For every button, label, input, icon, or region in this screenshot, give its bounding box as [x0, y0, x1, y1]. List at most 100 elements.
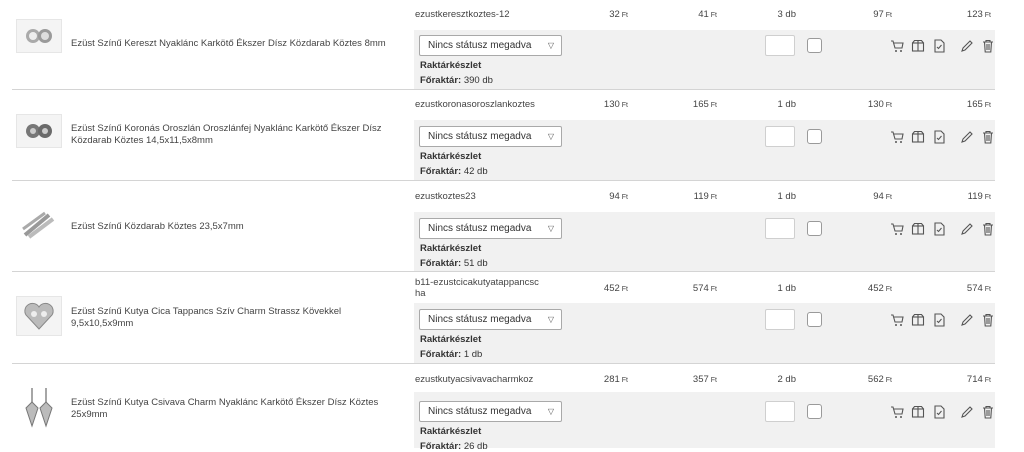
product-code: ezustkoronasoroszlankoztes: [415, 99, 535, 110]
order-item-row: Ezüst Színű Kutya Csivava Charm Nyaklánc…: [12, 364, 995, 452]
total-gross: 165 Ft: [966, 99, 991, 110]
order-items-list: Ezüst Színű Kereszt Nyaklánc Karkötő Éks…: [0, 0, 1024, 452]
quantity: 1 db: [777, 99, 797, 110]
document-icon[interactable]: [932, 39, 946, 53]
quantity: 3 db: [777, 9, 797, 20]
product-code: ezustkutyacsivavacharmkoz: [415, 374, 534, 385]
product-thumbnail[interactable]: [16, 209, 62, 243]
order-item-row: Ezüst Színű Koronás Oroszlán Oroszlánfej…: [12, 90, 995, 181]
trash-icon[interactable]: [981, 222, 995, 236]
document-icon[interactable]: [932, 130, 946, 144]
cart-icon[interactable]: [890, 222, 904, 236]
stock-label: Raktárkészlet: [420, 60, 482, 71]
order-item-row: Ezüst Színű Közdarab Köztes 23,5x7mm ezu…: [12, 181, 995, 272]
stock-label: Raktárkészlet: [420, 151, 482, 162]
quantity-input[interactable]: [765, 126, 795, 147]
total-gross: 574 Ft: [966, 283, 991, 294]
main-stock: Főraktár: 42 db: [420, 166, 488, 177]
quantity: 1 db: [777, 191, 797, 202]
select-checkbox[interactable]: [807, 404, 822, 419]
price-net: 281 Ft: [603, 374, 628, 385]
pencil-icon[interactable]: [960, 313, 974, 327]
chevron-down-icon: ▽: [547, 41, 554, 50]
select-checkbox[interactable]: [807, 38, 822, 53]
product-thumbnail[interactable]: [16, 19, 62, 53]
price-gross: 357 Ft: [692, 374, 717, 385]
status-select[interactable]: Nincs státusz megadva ▽: [419, 309, 562, 330]
document-icon[interactable]: [932, 405, 946, 419]
order-item-row: Ezüst Színű Kutya Cica Tappancs Szív Cha…: [12, 272, 995, 364]
price-net: 452 Ft: [603, 283, 628, 294]
chevron-down-icon: ▽: [547, 407, 554, 416]
price-gross: 41 Ft: [698, 9, 717, 20]
quantity-input[interactable]: [765, 218, 795, 239]
quantity-input[interactable]: [765, 401, 795, 422]
main-stock: Főraktár: 26 db: [420, 441, 488, 452]
product-name[interactable]: Ezüst Színű Kutya Cica Tappancs Szív Cha…: [71, 306, 406, 330]
pencil-icon[interactable]: [960, 39, 974, 53]
total-net: 452 Ft: [867, 283, 892, 294]
price-gross: 165 Ft: [692, 99, 717, 110]
total-net: 130 Ft: [867, 99, 892, 110]
total-net: 97 Ft: [873, 9, 892, 20]
trash-icon[interactable]: [981, 313, 995, 327]
main-stock: Főraktár: 390 db: [420, 75, 493, 86]
cart-icon[interactable]: [890, 405, 904, 419]
price-net: 32 Ft: [609, 9, 628, 20]
product-name[interactable]: Ezüst Színű Kutya Csivava Charm Nyaklánc…: [71, 397, 406, 421]
price-gross: 119 Ft: [693, 191, 717, 202]
product-thumbnail[interactable]: [16, 384, 62, 432]
total-gross: 714 Ft: [966, 374, 991, 385]
stock-label: Raktárkészlet: [420, 243, 482, 254]
price-net: 94 Ft: [609, 191, 628, 202]
chevron-down-icon: ▽: [547, 132, 554, 141]
box-icon[interactable]: [911, 222, 925, 236]
order-item-row: Ezüst Színű Kereszt Nyaklánc Karkötő Éks…: [12, 0, 995, 90]
main-stock: Főraktár: 1 db: [420, 349, 483, 360]
document-icon[interactable]: [932, 222, 946, 236]
pencil-icon[interactable]: [960, 130, 974, 144]
product-code: b11-ezustcicakutyatappancscha: [415, 277, 539, 299]
select-checkbox[interactable]: [807, 129, 822, 144]
stock-label: Raktárkészlet: [420, 426, 482, 437]
product-thumbnail[interactable]: [16, 296, 62, 336]
row-actions: [890, 129, 1002, 145]
product-code: ezustkoztes23: [415, 191, 476, 202]
cart-icon[interactable]: [890, 39, 904, 53]
product-code: ezustkeresztkoztes-12: [415, 9, 510, 20]
row-actions: [890, 312, 1002, 328]
trash-icon[interactable]: [981, 130, 995, 144]
document-icon[interactable]: [932, 313, 946, 327]
box-icon[interactable]: [911, 313, 925, 327]
total-net: 562 Ft: [867, 374, 892, 385]
trash-icon[interactable]: [981, 405, 995, 419]
status-select[interactable]: Nincs státusz megadva ▽: [419, 401, 562, 422]
select-checkbox[interactable]: [807, 312, 822, 327]
box-icon[interactable]: [911, 39, 925, 53]
chevron-down-icon: ▽: [547, 224, 554, 233]
product-thumbnail[interactable]: [16, 114, 62, 148]
box-icon[interactable]: [911, 130, 925, 144]
price-net: 130 Ft: [603, 99, 628, 110]
status-select[interactable]: Nincs státusz megadva ▽: [419, 126, 562, 147]
pencil-icon[interactable]: [960, 405, 974, 419]
status-select[interactable]: Nincs státusz megadva ▽: [419, 35, 562, 56]
box-icon[interactable]: [911, 405, 925, 419]
product-name[interactable]: Ezüst Színű Közdarab Köztes 23,5x7mm: [71, 221, 406, 233]
product-name[interactable]: Ezüst Színű Kereszt Nyaklánc Karkötő Éks…: [71, 38, 406, 50]
cart-icon[interactable]: [890, 313, 904, 327]
quantity: 1 db: [777, 283, 797, 294]
select-checkbox[interactable]: [807, 221, 822, 236]
row-actions: [890, 38, 1002, 54]
price-gross: 574 Ft: [692, 283, 717, 294]
stock-label: Raktárkészlet: [420, 334, 482, 345]
status-select[interactable]: Nincs státusz megadva ▽: [419, 218, 562, 239]
quantity-input[interactable]: [765, 35, 795, 56]
pencil-icon[interactable]: [960, 222, 974, 236]
trash-icon[interactable]: [981, 39, 995, 53]
chevron-down-icon: ▽: [547, 315, 554, 324]
product-name[interactable]: Ezüst Színű Koronás Oroszlán Oroszlánfej…: [71, 123, 406, 147]
cart-icon[interactable]: [890, 130, 904, 144]
quantity-input[interactable]: [765, 309, 795, 330]
row-actions: [890, 404, 1002, 420]
